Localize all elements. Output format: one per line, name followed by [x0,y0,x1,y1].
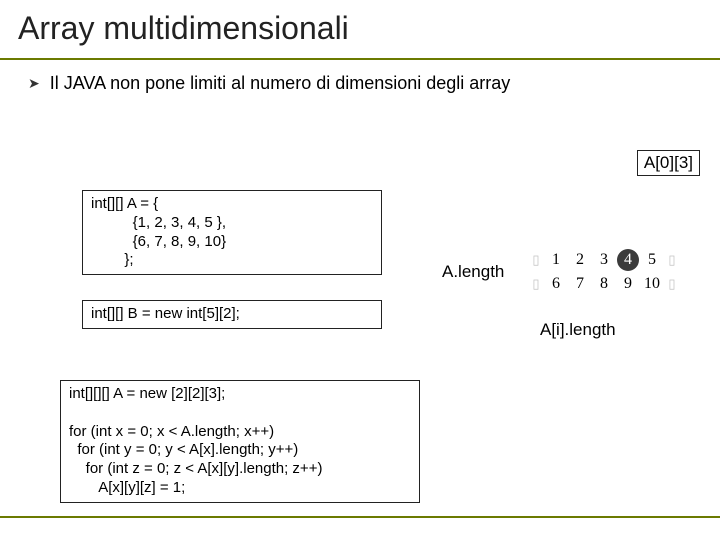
grid-cell: 10 [640,272,664,296]
array-grid: ▯ 1 2 3 4 5 ▯ ▯ 6 7 8 9 10 ▯ [528,248,680,296]
grid-ghost: ▯ [528,272,544,296]
title-rule [0,58,720,60]
label-a-length: A.length [442,262,504,282]
grid-cell: 6 [544,272,568,296]
grid-cell: 5 [640,248,664,272]
bullet-text: Il JAVA non pone limiti al numero di dim… [50,73,511,94]
grid-ghost: ▯ [664,272,680,296]
grid-cell-highlight: 4 [616,248,640,272]
grid-cell: 9 [616,272,640,296]
highlight-circle: 4 [617,249,639,271]
page-title: Array multidimensionali [0,0,720,53]
code-box-2: int[][] B = new int[5][2]; [82,300,382,329]
code-box-1: int[][] A = { {1, 2, 3, 4, 5 }, {6, 7, 8… [82,190,382,275]
grid-ghost: ▯ [664,248,680,272]
grid-cell: 7 [568,272,592,296]
bullet-row: ➤ Il JAVA non pone limiti al numero di d… [28,73,720,94]
grid-ghost: ▯ [528,248,544,272]
label-ai-length: A[i].length [540,320,616,340]
grid-cell: 1 [544,248,568,272]
grid-cell: 2 [568,248,592,272]
code-box-3: int[][][] A = new [2][2][3]; for (int x … [60,380,420,503]
label-a03: A[0][3] [637,150,700,176]
grid-cell: 8 [592,272,616,296]
bullet-glyph: ➤ [28,75,40,92]
footer-rule [0,516,720,518]
grid-cell: 3 [592,248,616,272]
